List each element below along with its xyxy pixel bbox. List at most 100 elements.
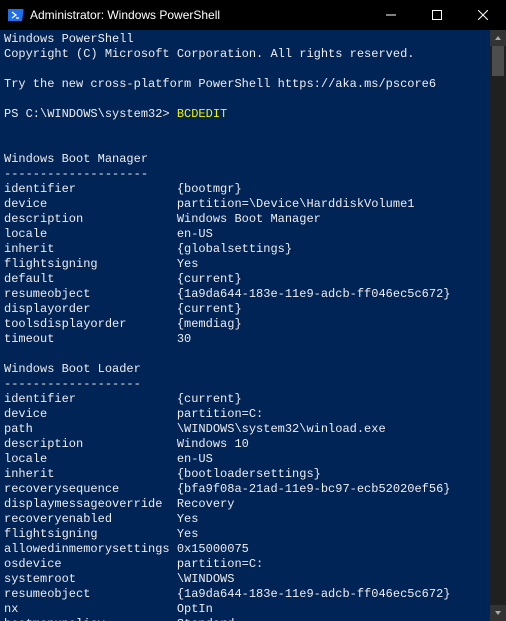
powershell-icon (8, 7, 24, 23)
content-area: Windows PowerShell Copyright (C) Microso… (0, 30, 506, 621)
kv-row: recoveryenabledYes (4, 512, 490, 527)
kv-value: {bfa9f08a-21ad-11e9-bc97-ecb52020ef56} (177, 482, 451, 497)
kv-value: partition=C: (177, 557, 263, 572)
kv-row: systemroot\WINDOWS (4, 572, 490, 587)
kv-value: Yes (177, 512, 199, 527)
kv-row: localeen-US (4, 227, 490, 242)
scrollbar-thumb[interactable] (492, 46, 504, 76)
kv-key: systemroot (4, 572, 177, 587)
kv-value: {1a9da644-183e-11e9-adcb-ff046ec5c672} (177, 287, 451, 302)
scroll-down-button[interactable] (490, 605, 506, 621)
kv-key: default (4, 272, 177, 287)
kv-row: recoverysequence{bfa9f08a-21ad-11e9-bc97… (4, 482, 490, 497)
kv-row: resumeobject{1a9da644-183e-11e9-adcb-ff0… (4, 587, 490, 602)
powershell-window: Administrator: Windows PowerShell Window… (0, 0, 506, 621)
kv-value: Windows Boot Manager (177, 212, 321, 227)
kv-row: timeout30 (4, 332, 490, 347)
vertical-scrollbar[interactable] (490, 30, 506, 621)
kv-row: nxOptIn (4, 602, 490, 617)
scroll-up-button[interactable] (490, 30, 506, 46)
kv-row: inherit{globalsettings} (4, 242, 490, 257)
kv-key: timeout (4, 332, 177, 347)
kv-key: inherit (4, 242, 177, 257)
kv-row: toolsdisplayorder{memdiag} (4, 317, 490, 332)
kv-row: osdevicepartition=C: (4, 557, 490, 572)
kv-row: identifier{current} (4, 392, 490, 407)
scrollbar-track[interactable] (490, 46, 506, 605)
kv-value: {1a9da644-183e-11e9-adcb-ff046ec5c672} (177, 587, 451, 602)
kv-key: nx (4, 602, 177, 617)
section1-rows: identifier{bootmgr}devicepartition=\Devi… (4, 182, 490, 347)
close-button[interactable] (460, 0, 506, 30)
kv-value: {current} (177, 392, 242, 407)
kv-value: en-US (177, 452, 213, 467)
maximize-button[interactable] (414, 0, 460, 30)
section1-divider: -------------------- (4, 167, 148, 181)
kv-key: toolsdisplayorder (4, 317, 177, 332)
prompt-path: PS C:\WINDOWS\system32> (4, 107, 177, 121)
kv-value: 0x15000075 (177, 542, 249, 557)
section1-title: Windows Boot Manager (4, 152, 148, 166)
kv-value: {current} (177, 272, 242, 287)
kv-key: locale (4, 227, 177, 242)
kv-value: OptIn (177, 602, 213, 617)
kv-key: inherit (4, 467, 177, 482)
kv-key: displaymessageoverride (4, 497, 177, 512)
kv-row: identifier{bootmgr} (4, 182, 490, 197)
kv-value: Yes (177, 527, 199, 542)
kv-row: descriptionWindows 10 (4, 437, 490, 452)
kv-row: resumeobject{1a9da644-183e-11e9-adcb-ff0… (4, 287, 490, 302)
kv-value: {globalsettings} (177, 242, 292, 257)
section2-divider: ------------------- (4, 377, 141, 391)
kv-value: {bootloadersettings} (177, 467, 321, 482)
kv-row: displaymessageoverrideRecovery (4, 497, 490, 512)
kv-value: en-US (177, 227, 213, 242)
titlebar[interactable]: Administrator: Windows PowerShell (0, 0, 506, 30)
kv-row: flightsigningYes (4, 257, 490, 272)
kv-key: resumeobject (4, 587, 177, 602)
minimize-button[interactable] (368, 0, 414, 30)
kv-key: displayorder (4, 302, 177, 317)
kv-key: bootmenupolicy (4, 617, 177, 621)
kv-key: flightsigning (4, 527, 177, 542)
kv-value: \WINDOWS (177, 572, 235, 587)
kv-key: identifier (4, 392, 177, 407)
kv-key: identifier (4, 182, 177, 197)
kv-key: locale (4, 452, 177, 467)
kv-row: allowedinmemorysettings0x15000075 (4, 542, 490, 557)
kv-value: {memdiag} (177, 317, 242, 332)
kv-value: partition=C: (177, 407, 263, 422)
kv-key: device (4, 407, 177, 422)
kv-row: bootmenupolicyStandard (4, 617, 490, 621)
kv-key: osdevice (4, 557, 177, 572)
kv-value: \WINDOWS\system32\winload.exe (177, 422, 386, 437)
kv-key: resumeobject (4, 287, 177, 302)
kv-row: descriptionWindows Boot Manager (4, 212, 490, 227)
kv-key: description (4, 212, 177, 227)
kv-value: Windows 10 (177, 437, 249, 452)
kv-row: inherit{bootloadersettings} (4, 467, 490, 482)
kv-value: Recovery (177, 497, 235, 512)
kv-row: devicepartition=C: (4, 407, 490, 422)
try-line-url: https://aka.ms/pscore6 (278, 77, 436, 91)
section2-title: Windows Boot Loader (4, 362, 141, 376)
intro-line1: Windows PowerShell (4, 32, 134, 46)
kv-value: {current} (177, 302, 242, 317)
kv-value: partition=\Device\HarddiskVolume1 (177, 197, 415, 212)
kv-key: allowedinmemorysettings (4, 542, 177, 557)
section2-rows: identifier{current}devicepartition=C:pat… (4, 392, 490, 621)
kv-row: devicepartition=\Device\HarddiskVolume1 (4, 197, 490, 212)
kv-key: device (4, 197, 177, 212)
kv-row: flightsigningYes (4, 527, 490, 542)
kv-key: recoveryenabled (4, 512, 177, 527)
kv-value: Yes (177, 257, 199, 272)
terminal-output[interactable]: Windows PowerShell Copyright (C) Microso… (0, 30, 490, 621)
kv-value: {bootmgr} (177, 182, 242, 197)
kv-row: displayorder{current} (4, 302, 490, 317)
kv-row: localeen-US (4, 452, 490, 467)
command-text: BCDEDIT (177, 107, 227, 121)
kv-key: recoverysequence (4, 482, 177, 497)
window-title: Administrator: Windows PowerShell (30, 8, 368, 22)
intro-line2: Copyright (C) Microsoft Corporation. All… (4, 47, 414, 61)
kv-row: path\WINDOWS\system32\winload.exe (4, 422, 490, 437)
